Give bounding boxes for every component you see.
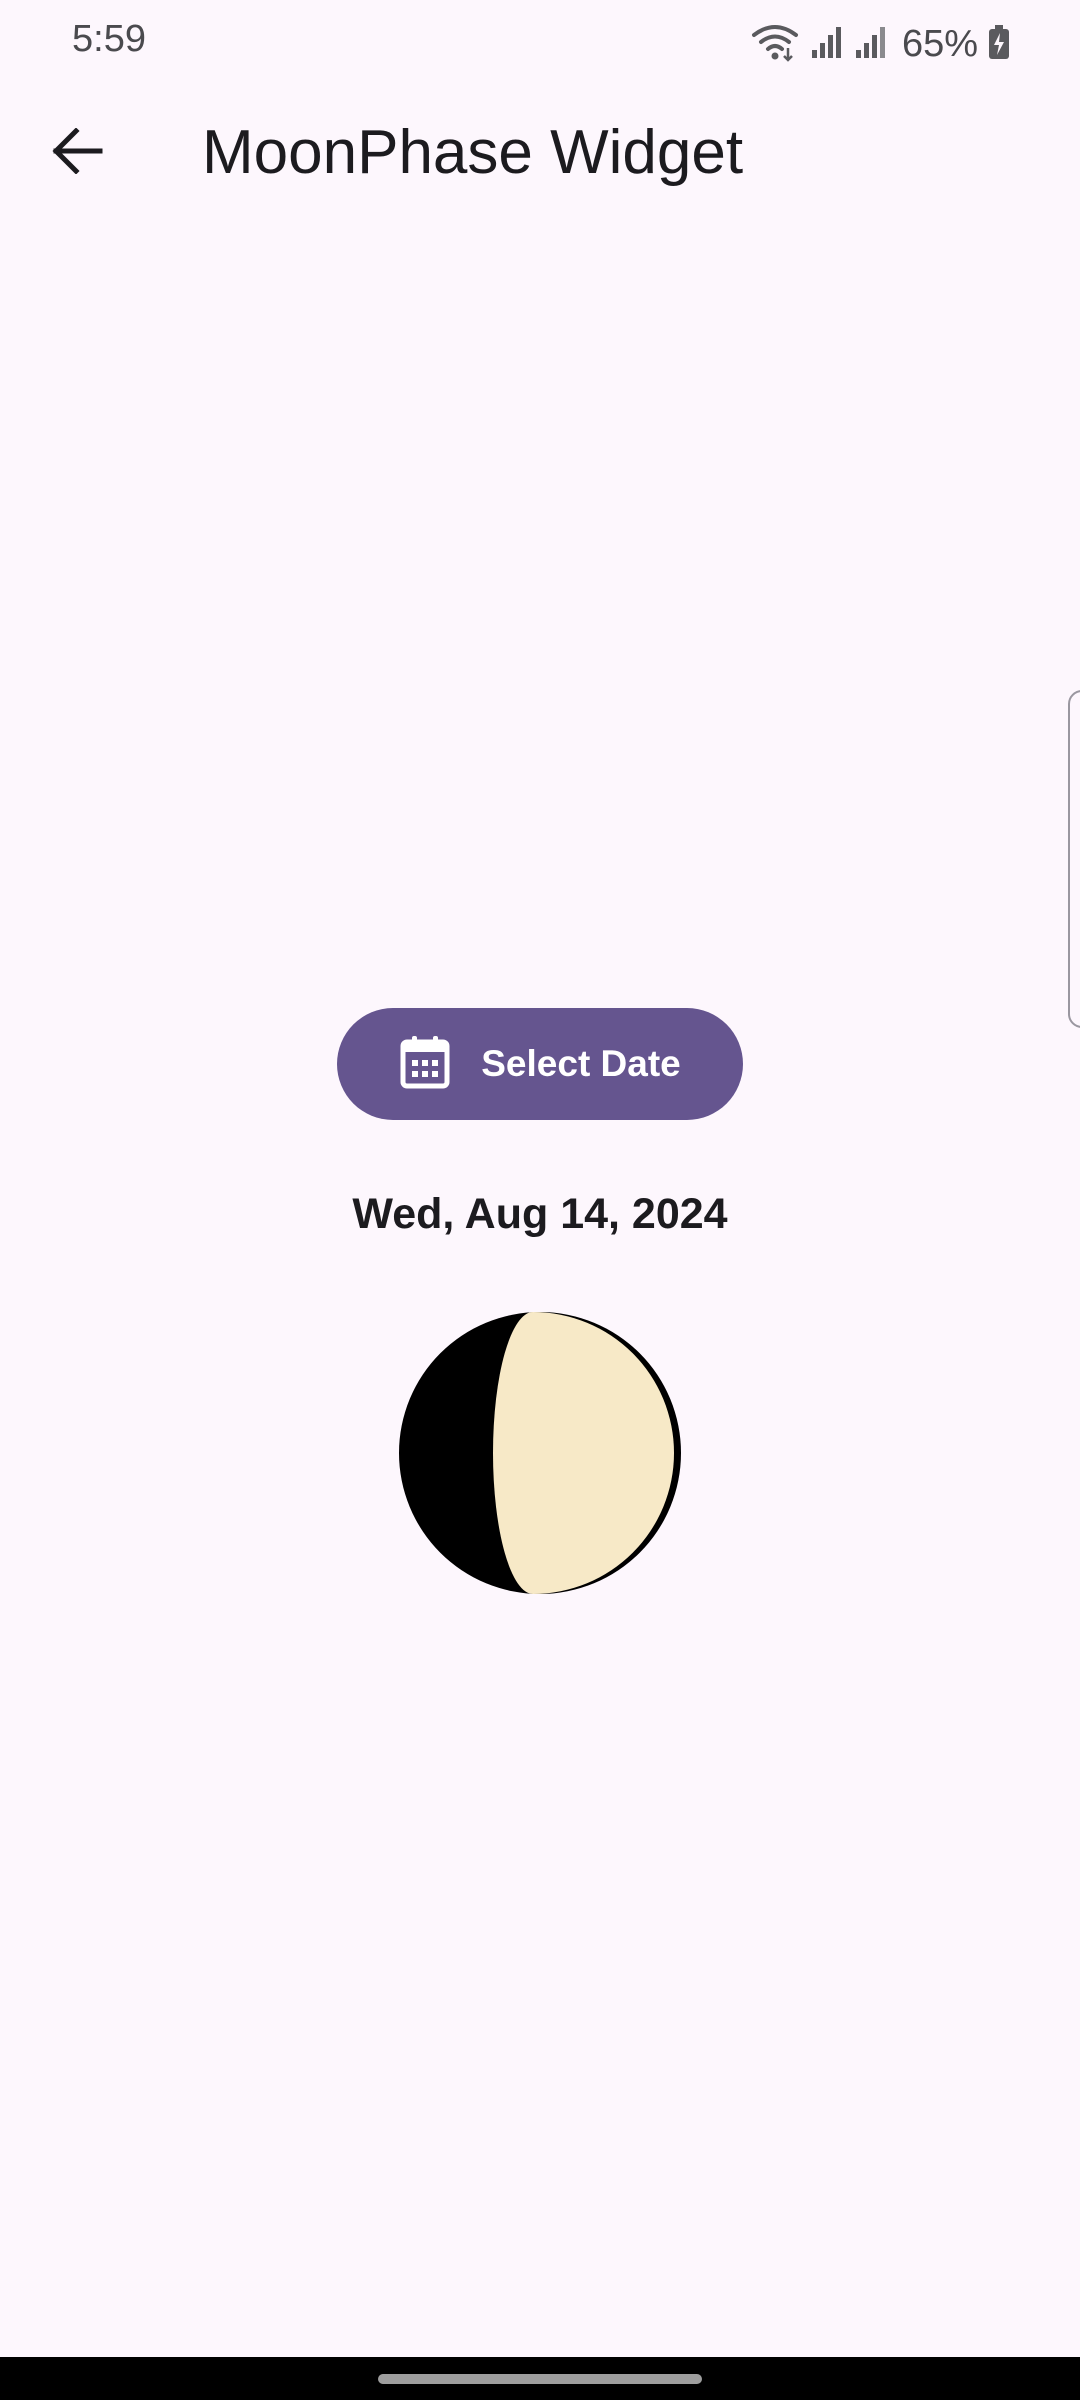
wifi-icon	[750, 22, 800, 67]
battery-percentage: 65%	[901, 22, 978, 65]
selected-date-text: Wed, Aug 14, 2024	[352, 1190, 728, 1238]
signal-icon	[854, 24, 888, 65]
home-indicator[interactable]	[378, 2374, 702, 2384]
status-icons: 65%	[750, 14, 1010, 74]
calendar-icon	[399, 1034, 451, 1095]
back-button[interactable]	[40, 115, 116, 191]
side-scroll-handle[interactable]	[1068, 690, 1080, 1028]
arrow-back-icon	[52, 126, 104, 179]
moon-phase-icon	[399, 1312, 681, 1594]
select-date-label: Select Date	[481, 1043, 681, 1084]
status-time: 5:59	[72, 18, 146, 60]
app-bar: MoonPhase Widget	[0, 86, 1080, 220]
battery-charging-icon	[988, 24, 1010, 65]
navigation-bar	[0, 2357, 1080, 2400]
status-bar: 5:59 65%	[0, 0, 1080, 86]
signal-icon	[810, 24, 844, 65]
select-date-button[interactable]: Select Date	[337, 1008, 743, 1120]
page-title: MoonPhase Widget	[202, 118, 744, 187]
